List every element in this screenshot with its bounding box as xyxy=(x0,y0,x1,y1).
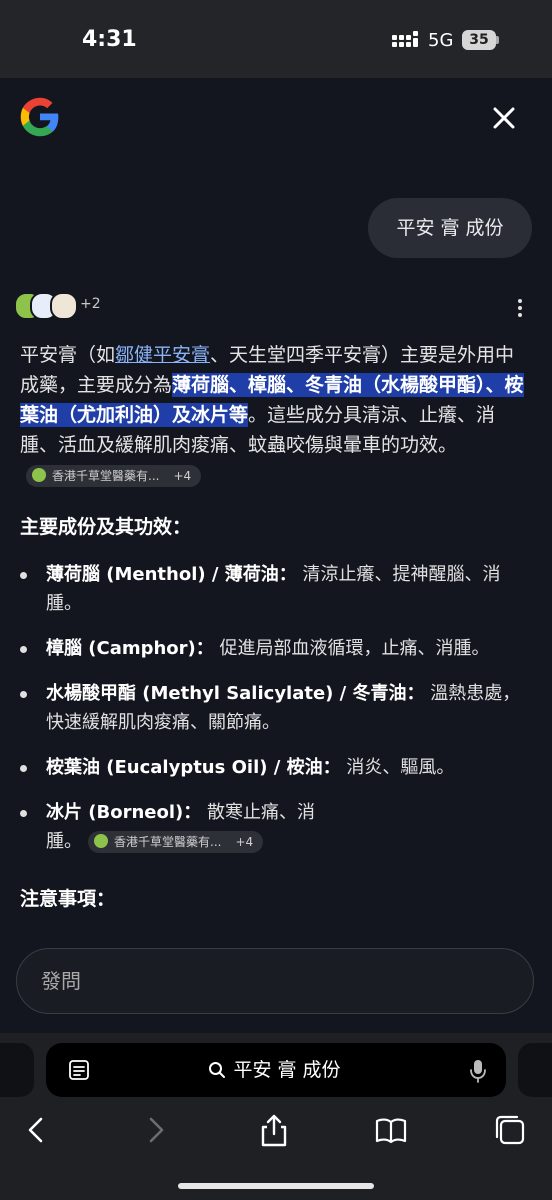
battery-icon: 35 xyxy=(462,30,499,50)
source-chip-label: 香港千草堂醫藥有... xyxy=(52,468,160,483)
user-query-bubble: 平安 膏 成份 xyxy=(368,198,532,258)
list-item: 樟腦 (Camphor)： 促進局部血液循環，止痛、消腫。 xyxy=(20,634,532,663)
source-avatar[interactable] xyxy=(50,292,78,320)
list-item: 薄荷腦 (Menthol) / 薄荷油： 清涼止癢、提神醒腦、消腫。 xyxy=(20,560,532,618)
ingredient-term: 薄荷腦 (Menthol) / 薄荷油： xyxy=(46,564,297,585)
ingredient-desc: 促進局部血液循環，止痛、消腫。 xyxy=(213,638,490,659)
next-tab-preview[interactable] xyxy=(518,1043,552,1097)
address-query[interactable]: 平安 膏 成份 xyxy=(233,1059,340,1081)
share-icon[interactable] xyxy=(256,1112,292,1148)
answer-paragraph: 平安膏（如鄒健平安膏、天生堂四季平安膏）主要是外用中成藥，主要成分為薄荷腦、樟腦… xyxy=(20,340,532,490)
signal-icon xyxy=(392,31,418,47)
tabs-icon[interactable] xyxy=(492,1112,528,1148)
more-options-icon[interactable] xyxy=(512,298,528,318)
source-favicon-icon xyxy=(94,834,108,848)
section-title: 主要成份及其功效： xyxy=(20,516,192,538)
forward-icon[interactable] xyxy=(138,1112,174,1148)
status-bar: 4:31 5G 35 xyxy=(0,0,552,78)
answer-text: 平安膏（如 xyxy=(20,344,116,366)
answer-link[interactable]: 鄒健平安膏 xyxy=(115,344,210,366)
ingredient-term: 冰片 (Borneol)： xyxy=(46,802,202,823)
ask-input[interactable]: 發問 xyxy=(16,948,534,1014)
source-chip-count: +4 xyxy=(235,835,254,849)
battery-level: 35 xyxy=(469,32,489,48)
network-label: 5G xyxy=(428,30,454,51)
ingredient-term: 樟腦 (Camphor)： xyxy=(46,638,214,659)
source-chip-label: 香港千草堂醫藥有... xyxy=(114,835,222,849)
ingredient-list: 薄荷腦 (Menthol) / 薄荷油： 清涼止癢、提神醒腦、消腫。 樟腦 (C… xyxy=(20,560,532,872)
status-time: 4:31 xyxy=(82,27,137,52)
microphone-icon[interactable] xyxy=(470,1059,486,1083)
address-bar[interactable]: 平安 膏 成份 xyxy=(46,1043,506,1097)
list-item: 桉葉油 (Eucalyptus Oil) / 桉油： 消炎、驅風。 xyxy=(20,753,532,782)
list-item: 冰片 (Borneol)： 散寒止痛、消腫。 香港千草堂醫藥有... +4 xyxy=(20,798,336,856)
home-indicator[interactable] xyxy=(178,1183,374,1189)
close-icon[interactable] xyxy=(490,104,518,132)
google-g-icon xyxy=(20,97,59,137)
ingredient-desc: 消炎、驅風。 xyxy=(340,757,455,778)
source-chip-count: +4 xyxy=(173,468,192,483)
list-item: 水楊酸甲酯 (Methyl Salicylate) / 冬青油： 溫熱患處，快速… xyxy=(20,679,532,737)
search-icon xyxy=(209,1062,225,1078)
address-bar-text[interactable]: 平安 膏 成份 xyxy=(46,1043,506,1097)
bookmarks-icon[interactable] xyxy=(373,1112,409,1148)
section-title: 注意事項： xyxy=(20,888,116,910)
source-favicon-icon xyxy=(32,467,46,482)
previous-tab-preview[interactable] xyxy=(0,1043,34,1097)
ingredient-term: 桉葉油 (Eucalyptus Oil) / 桉油： xyxy=(46,757,341,778)
ingredient-term: 水楊酸甲酯 (Methyl Salicylate) / 冬青油： xyxy=(46,683,425,704)
source-more-count[interactable]: +2 xyxy=(80,296,101,312)
source-chip[interactable]: 香港千草堂醫藥有... +4 xyxy=(26,464,202,487)
source-chip[interactable]: 香港千草堂醫藥有... +4 xyxy=(88,831,264,853)
back-icon[interactable] xyxy=(18,1112,54,1148)
